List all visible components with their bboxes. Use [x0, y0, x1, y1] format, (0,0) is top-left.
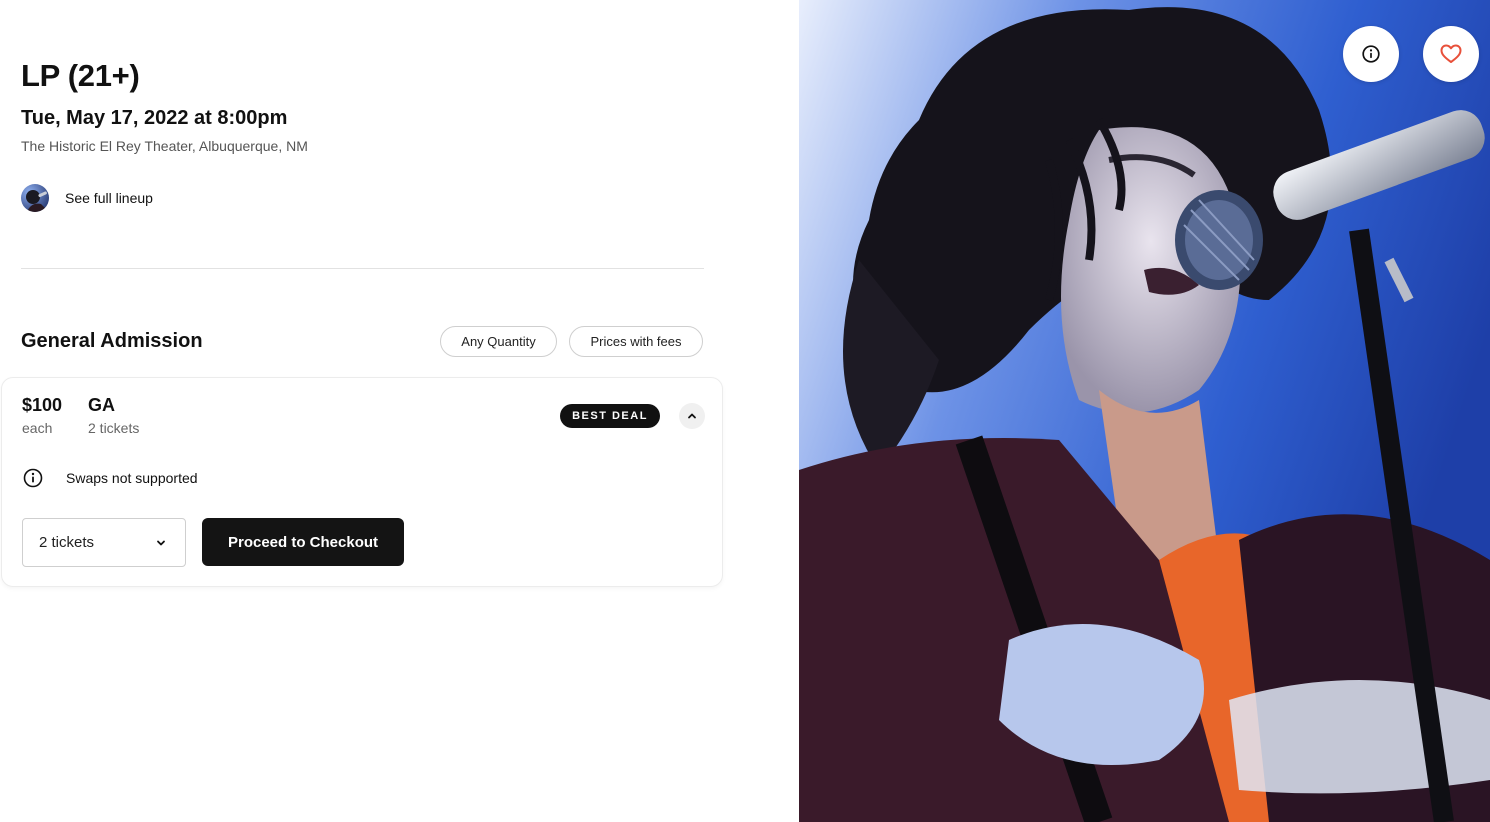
- listing-section: GA: [88, 395, 115, 415]
- listing-price-unit: each: [22, 420, 53, 436]
- chevron-up-icon: [688, 413, 696, 419]
- prices-with-fees-toggle[interactable]: Prices with fees: [569, 326, 703, 357]
- listing-price: $100: [22, 395, 63, 415]
- swaps-notice: Swaps not supported: [22, 467, 198, 489]
- see-full-lineup-label: See full lineup: [65, 190, 153, 206]
- ticket-quantity-select[interactable]: 2 tickets: [22, 518, 186, 567]
- heart-icon: [1440, 44, 1462, 63]
- section-divider: [21, 268, 704, 269]
- section-title: General Admission: [21, 330, 203, 352]
- favorite-button[interactable]: [1423, 26, 1479, 82]
- event-title: LP (21+): [21, 58, 140, 93]
- see-full-lineup-link[interactable]: See full lineup: [21, 184, 153, 212]
- event-info-button[interactable]: [1343, 26, 1399, 82]
- event-date: Tue, May 17, 2022 at 8:00pm: [21, 107, 288, 129]
- any-quantity-filter[interactable]: Any Quantity: [440, 326, 557, 357]
- info-icon: [23, 468, 43, 488]
- event-hero-image-panel: [799, 0, 1490, 822]
- artist-avatar: [21, 184, 49, 212]
- best-deal-badge: BEST DEAL: [560, 404, 660, 428]
- event-venue: The Historic El Rey Theater, Albuquerque…: [21, 138, 308, 154]
- chevron-down-icon: [157, 540, 165, 545]
- event-details-panel: LP (21+) Tue, May 17, 2022 at 8:00pm The…: [0, 0, 799, 822]
- proceed-to-checkout-button[interactable]: Proceed to Checkout: [202, 518, 404, 566]
- listing-card: $100 each GA 2 tickets BEST DEAL Swaps n…: [1, 377, 723, 587]
- listing-ticket-count: 2 tickets: [88, 420, 140, 436]
- info-icon: [1362, 45, 1380, 63]
- swaps-notice-text: Swaps not supported: [66, 470, 198, 486]
- collapse-listing-button[interactable]: [679, 403, 705, 429]
- artist-hero-image: [799, 0, 1490, 822]
- ticket-quantity-value: 2 tickets: [39, 534, 95, 551]
